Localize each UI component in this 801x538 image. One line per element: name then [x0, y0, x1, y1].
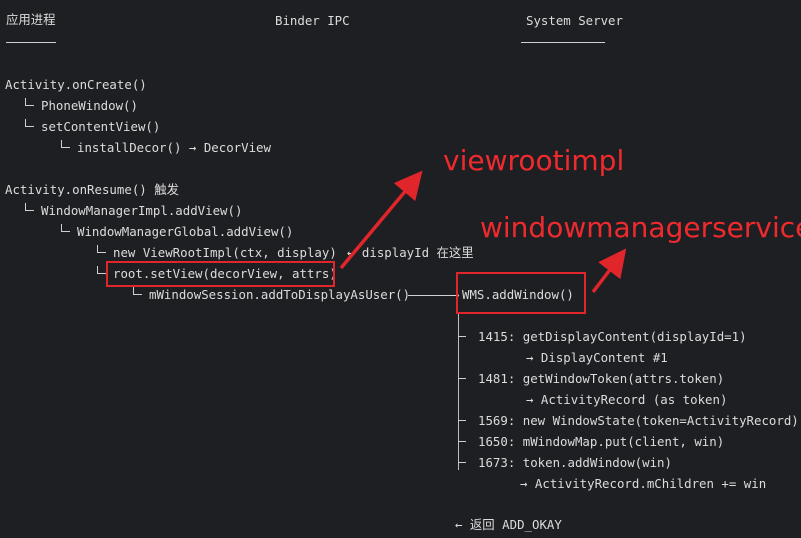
arrow-to-windowmanagerservice: [591, 248, 627, 294]
arrow-to-viewrootimpl: [339, 170, 423, 270]
annotation-arrows: [339, 170, 627, 294]
